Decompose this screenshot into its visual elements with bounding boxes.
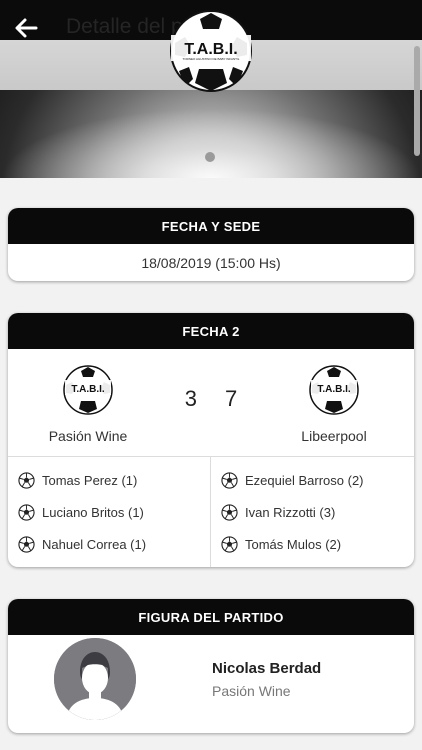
scorer-name: Tomás Mulos (2): [245, 536, 342, 552]
scrollbar[interactable]: [414, 46, 420, 156]
scorer-item: Nahuel Correa (1): [8, 528, 210, 560]
soccer-ball-icon: [221, 471, 238, 489]
back-button[interactable]: [12, 14, 40, 42]
figure-body[interactable]: Nicolas Berdad Pasión Wine: [8, 635, 414, 723]
soccer-ball-icon: [18, 535, 35, 553]
home-logo-text: T.A.B.I.: [71, 384, 105, 395]
scorer-item: Ivan Rizzotti (3): [211, 496, 414, 528]
away-scorers: Ezequiel Barroso (2) Ivan Rizzotti (3) T…: [211, 457, 414, 567]
soccer-ball-icon: [221, 503, 238, 521]
banner-smoke: [0, 108, 422, 178]
figure-player-team: Pasión Wine: [212, 682, 291, 699]
home-team-name: Pasión Wine: [48, 428, 128, 444]
figure-player-name: Nicolas Berdad: [212, 659, 322, 677]
venue-card-title: FECHA Y SEDE: [8, 208, 414, 244]
figure-info: Nicolas Berdad Pasión Wine: [212, 660, 321, 699]
figure-card-title: FIGURA DEL PARTIDO: [8, 599, 414, 635]
scorers-section: Tomas Perez (1) Luciano Britos (1) Nahue…: [8, 457, 414, 567]
soccer-ball-icon: [18, 503, 35, 521]
scorer-item: Tomás Mulos (2): [211, 528, 414, 560]
scorer-name: Luciano Britos (1): [42, 504, 144, 520]
user-avatar-icon: [54, 638, 136, 720]
scorer-name: Nahuel Correa (1): [42, 536, 147, 552]
away-team[interactable]: T.A.B.I. Libeerpool: [254, 349, 414, 456]
carousel-indicator[interactable]: [205, 152, 215, 162]
teams-row: T.A.B.I. Pasión Wine 3 7 T.A.B.I. Libeer…: [8, 349, 414, 457]
home-score: 3: [184, 385, 197, 411]
home-team-logo: T.A.B.I.: [63, 365, 113, 415]
away-logo-text: T.A.B.I.: [317, 384, 351, 395]
scorer-item: Ezequiel Barroso (2): [211, 464, 414, 496]
scorer-name: Ivan Rizzotti (3): [245, 504, 336, 520]
away-team-name: Libeerpool: [301, 428, 367, 444]
home-scorers: Tomas Perez (1) Luciano Britos (1) Nahue…: [8, 457, 211, 567]
scorer-item: Luciano Britos (1): [8, 496, 210, 528]
match-card: FECHA 2 T.A.B.I. Pasión Wine 3 7 T.A.B.I…: [8, 313, 414, 567]
scorer-name: Ezequiel Barroso (2): [245, 472, 364, 488]
logo-text: T.A.B.I.: [184, 41, 237, 58]
match-card-title: FECHA 2: [8, 313, 414, 349]
arrow-left-icon: [15, 18, 38, 38]
soccer-ball-icon: [221, 535, 238, 553]
home-team[interactable]: T.A.B.I. Pasión Wine: [8, 349, 168, 456]
figure-card: FIGURA DEL PARTIDO Nicolas Berdad Pasión…: [8, 599, 414, 733]
venue-card: FECHA Y SEDE 18/08/2019 (15:00 Hs): [8, 208, 414, 281]
match-date: 18/08/2019 (15:00 Hs): [141, 254, 281, 271]
tabi-logo: T.A.B.I. TORNEO AGUSTINO DE BABY INFANTI…: [170, 10, 252, 92]
scorer-name: Tomas Perez (1): [42, 472, 138, 488]
logo-subtitle: TORNEO AGUSTINO DE BABY INFANTIL: [183, 57, 240, 61]
away-team-logo: T.A.B.I.: [309, 365, 359, 415]
scoreboard: 3 7: [168, 349, 254, 456]
away-score: 7: [225, 385, 238, 411]
soccer-ball-icon: [18, 471, 35, 489]
scorer-item: Tomas Perez (1): [8, 464, 210, 496]
